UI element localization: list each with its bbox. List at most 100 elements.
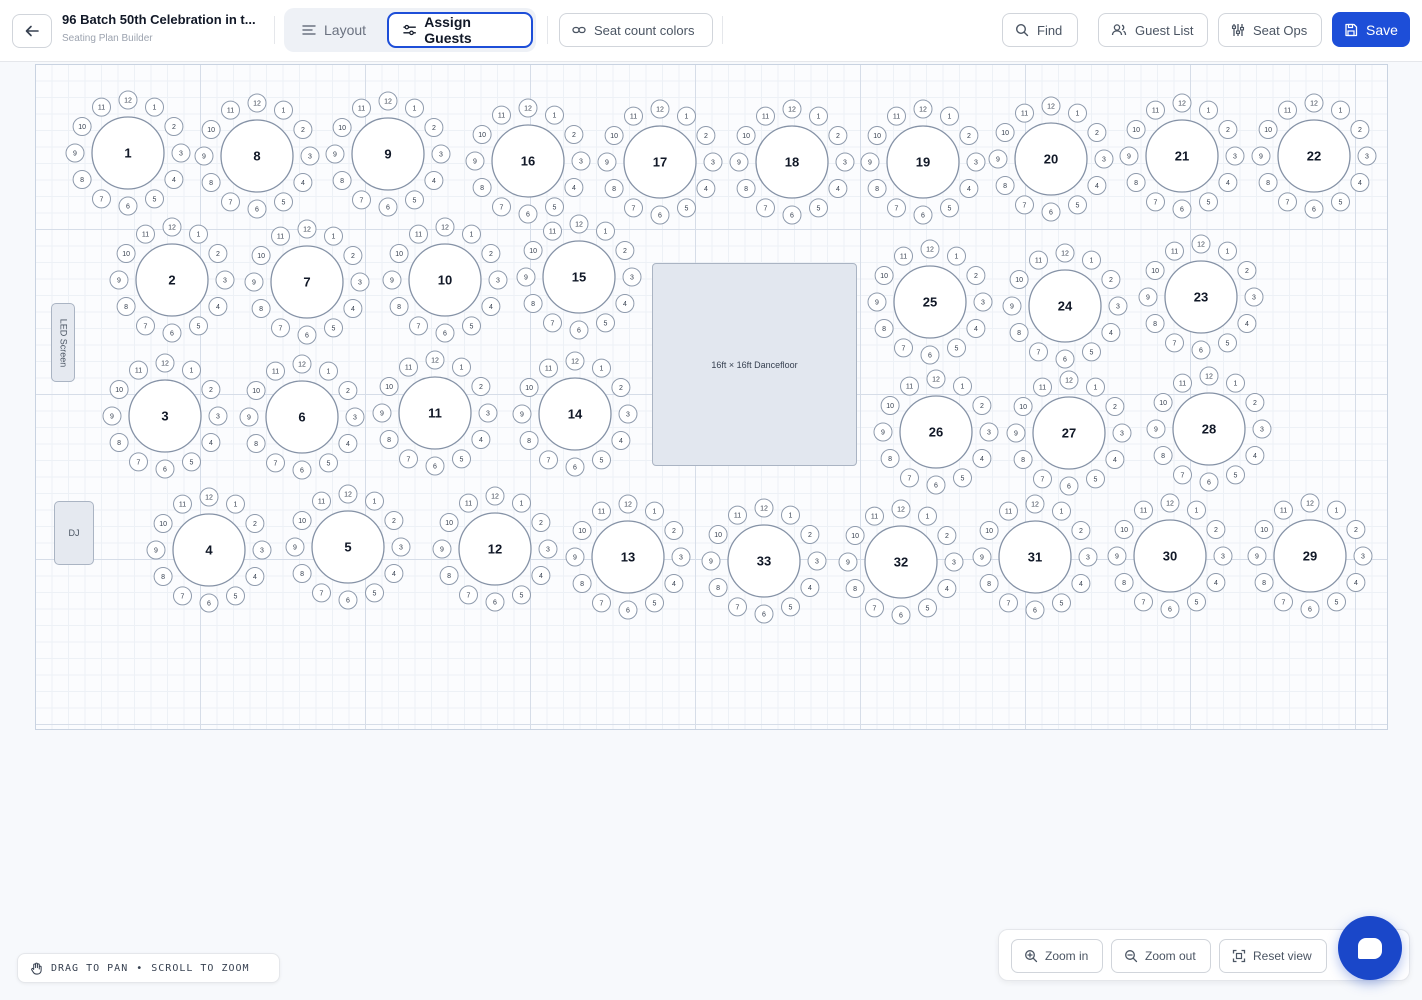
seat[interactable]: 5 [809,198,828,218]
seat[interactable]: 5 [592,450,611,470]
table-32[interactable]: 12345678910111232 [838,499,964,625]
seat[interactable]: 4 [1245,446,1265,465]
seat[interactable]: 3 [478,403,498,423]
seat[interactable]: 10 [153,514,173,533]
seat[interactable]: 11 [221,100,240,120]
table-31[interactable]: 12345678910111231 [972,494,1098,620]
seat[interactable]: 10 [979,521,999,540]
seat[interactable]: 10 [845,526,865,545]
seat[interactable]: 6 [378,197,398,217]
seat[interactable]: 4 [164,170,184,189]
seat[interactable]: 1 [1199,100,1218,120]
seat[interactable]: 9 [102,406,122,426]
seat[interactable]: 5 [1327,592,1346,612]
seat[interactable]: 1 [781,505,800,525]
table-4[interactable]: 1234567891011124 [146,487,272,613]
seat[interactable]: 4 [564,178,584,197]
seat[interactable]: 5 [947,338,966,358]
seat[interactable]: 11 [1173,373,1192,393]
back-button[interactable] [12,14,52,48]
seat[interactable]: 1 [1187,500,1206,520]
seat[interactable]: 4 [293,173,313,192]
seat[interactable]: 2 [531,513,551,532]
seat[interactable]: 2 [481,244,501,263]
table-20[interactable]: 12345678910111220 [988,96,1114,222]
seat[interactable]: 6 [425,456,445,476]
seat[interactable]: 8 [708,578,728,597]
seat[interactable]: 1 [1327,500,1346,520]
seat[interactable]: 8 [292,564,312,583]
seat[interactable]: 4 [828,179,848,198]
seat[interactable]: 6 [1304,199,1324,219]
seat[interactable]: 12 [565,351,585,371]
seat[interactable]: 9 [1138,287,1158,307]
seat[interactable]: 3 [973,292,993,312]
seat[interactable]: 1 [1331,100,1350,120]
canvas-viewport[interactable]: 1 2 3 4 5 6 7 8 9 10 11 12 1 1 2 3 4 5 6 7 8 9 10 11 12 8 1 2 3 4 5 6 7 8… [0,62,1422,1000]
seat[interactable]: 1 [918,506,937,526]
seat[interactable]: 6 [1199,472,1219,492]
seat[interactable]: 8 [995,176,1015,195]
seat[interactable]: 3 [1353,546,1373,566]
seat[interactable]: 7 [1015,195,1034,215]
seat[interactable]: 11 [756,106,775,126]
seat[interactable]: 11 [136,224,155,244]
seat[interactable]: 3 [1094,149,1114,169]
seat[interactable]: 7 [399,449,418,469]
seat[interactable]: 6 [650,205,670,225]
seat[interactable]: 9 [146,540,166,560]
seat[interactable]: 2 [1350,120,1370,139]
seat[interactable]: 6 [1172,199,1192,219]
table-30[interactable]: 12345678910111230 [1107,493,1233,619]
seat[interactable]: 1 [645,501,664,521]
table-5[interactable]: 1234567891011125 [285,484,411,610]
seat[interactable]: 8 [379,430,399,449]
seat[interactable]: 2 [564,125,584,144]
seat[interactable]: 2 [966,266,986,285]
find-button[interactable]: Find [1002,13,1078,47]
seat[interactable]: 2 [937,526,957,545]
seat[interactable]: 8 [153,567,173,586]
seat[interactable]: 1 [365,491,384,511]
seat[interactable]: 5 [189,316,208,336]
seat[interactable]: 5 [1068,195,1087,215]
seat[interactable]: 6 [118,196,138,216]
seat[interactable]: 9 [565,547,585,567]
table-16[interactable]: 12345678910111216 [465,98,591,224]
seat[interactable]: 10 [708,525,728,544]
seat[interactable]: 2 [1245,393,1265,412]
seat[interactable]: 11 [1146,100,1165,120]
seat[interactable]: 1 [1086,377,1105,397]
seat[interactable]: 5 [319,453,338,473]
seat[interactable]: 10 [867,126,887,145]
seat[interactable]: 9 [512,404,532,424]
seat[interactable]: 2 [800,525,820,544]
seat[interactable]: 7 [266,453,285,473]
table-9[interactable]: 1234567891011129 [325,91,451,217]
seat[interactable]: 5 [512,585,531,605]
table-18[interactable]: 12345678910111218 [729,99,855,225]
seat[interactable]: 6 [162,323,182,343]
seat[interactable]: 10 [523,241,543,260]
led-screen[interactable]: LED Screen [51,303,75,382]
seat[interactable]: 6 [754,604,774,624]
seat[interactable]: 1 [189,224,208,244]
seat[interactable]: 9 [65,143,85,163]
seat[interactable]: 6 [618,600,638,620]
seat[interactable]: 6 [920,345,940,365]
seat[interactable]: 3 [345,407,365,427]
seat[interactable]: 2 [471,377,491,396]
seat[interactable]: 11 [492,105,511,125]
seat[interactable]: 2 [384,511,404,530]
seat[interactable]: 1 [809,106,828,126]
table-26[interactable]: 12345678910111226 [873,369,999,495]
seat[interactable]: 5 [226,586,245,606]
seat[interactable]: 11 [1278,100,1297,120]
seat[interactable]: 12 [1055,243,1075,263]
seat[interactable]: 7 [173,586,192,606]
seat[interactable]: 11 [887,106,906,126]
seat[interactable]: 8 [1254,573,1274,592]
seat[interactable]: 8 [880,449,900,468]
seat[interactable]: 10 [1009,270,1029,289]
seat[interactable]: 5 [405,190,424,210]
